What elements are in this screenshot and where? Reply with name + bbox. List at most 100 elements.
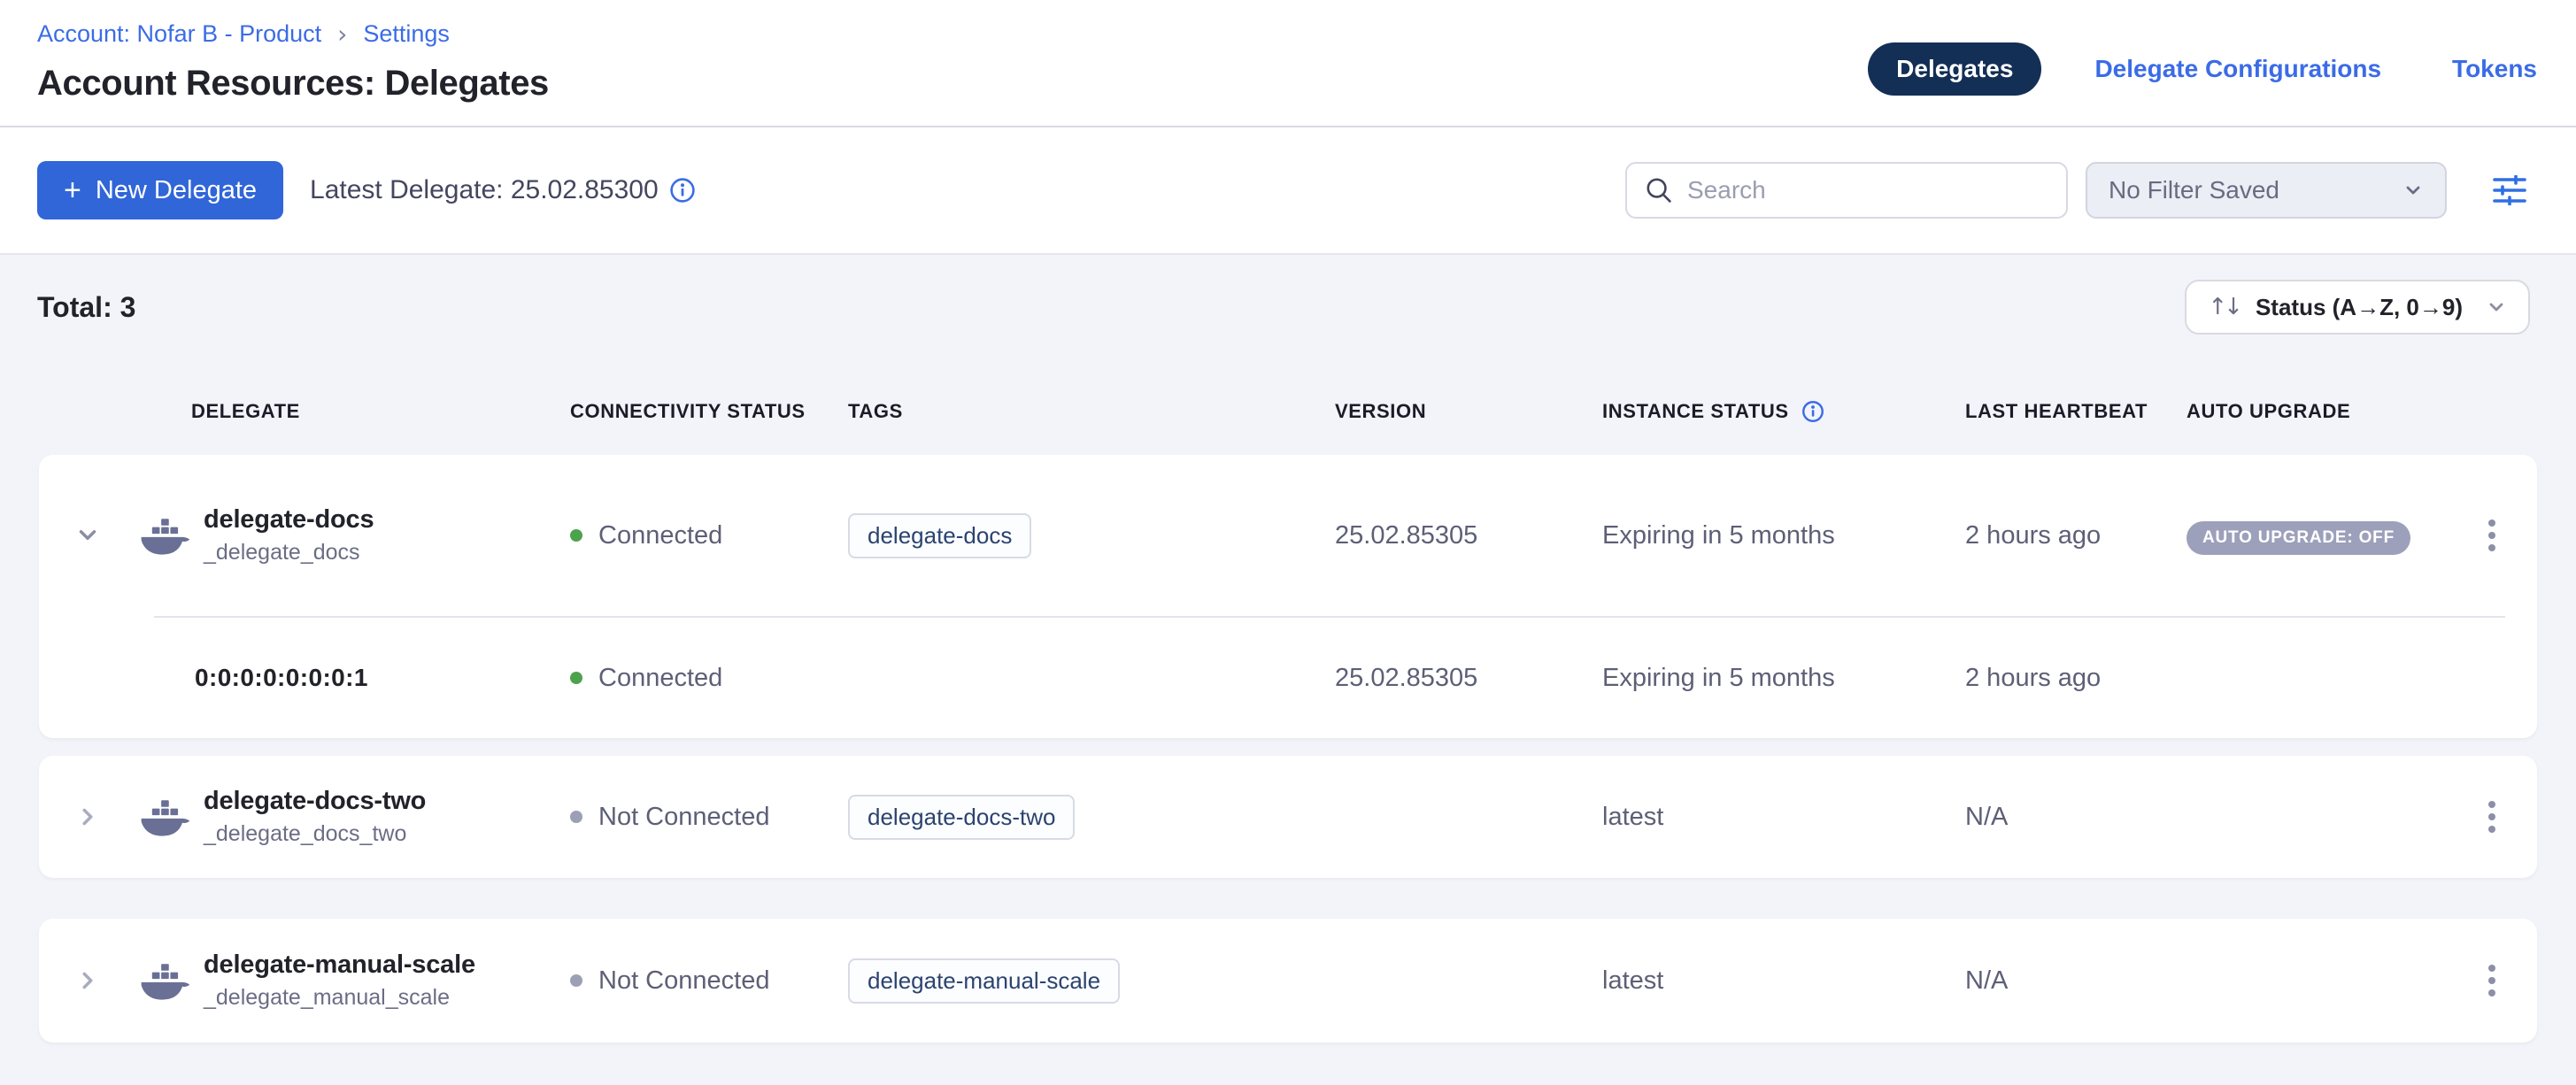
sliders-icon: [2493, 175, 2526, 205]
breadcrumb-account-link[interactable]: Account: Nofar B - Product: [37, 20, 321, 48]
instance-status-cell: latest: [1602, 803, 1965, 832]
breadcrumb: Account: Nofar B - Product › Settings: [37, 19, 450, 49]
connectivity-status: Not Connected: [598, 803, 769, 832]
sort-selected-value: Status (A→Z, 0→9): [2256, 294, 2463, 321]
saved-filter-value: No Filter Saved: [2109, 176, 2279, 204]
tags-cell: delegate-docs-two: [848, 795, 1335, 840]
col-header-connectivity: CONNECTIVITY STATUS: [552, 400, 848, 423]
auto-upgrade-badge: AUTO UPGRADE: OFF: [2187, 521, 2410, 555]
connectivity-cell: Not Connected: [552, 803, 848, 832]
tab-delegates[interactable]: Delegates: [1868, 42, 2041, 96]
page-header: Account: Nofar B - Product › Settings Ac…: [0, 0, 2576, 127]
search-input[interactable]: [1687, 176, 2048, 204]
table-row[interactable]: delegate-docs-two _delegate_docs_two Not…: [39, 756, 2537, 878]
chevron-right-icon: [75, 804, 100, 829]
table-row[interactable]: delegate-docs _delegate_docs Connected d…: [39, 455, 2537, 616]
info-icon[interactable]: [669, 177, 696, 204]
new-delegate-button-label: New Delegate: [96, 176, 257, 205]
delegate-hostname: _delegate_manual_scale: [204, 985, 475, 1011]
table-header-row: DELEGATE CONNECTIVITY STATUS TAGS VERSIO…: [39, 398, 2537, 425]
table-row[interactable]: delegate-manual-scale _delegate_manual_s…: [39, 919, 2537, 1043]
chevron-down-icon: [2402, 180, 2424, 201]
connectivity-cell: Not Connected: [552, 966, 848, 996]
tag-pill: delegate-docs-two: [848, 795, 1075, 840]
delegate-name: delegate-manual-scale: [204, 950, 475, 980]
delegate-name: delegate-docs-two: [204, 787, 426, 816]
col-header-delegate: DELEGATE: [136, 400, 552, 423]
delegate-name: delegate-docs: [204, 505, 374, 535]
delegate-name-cell: delegate-docs _delegate_docs: [136, 505, 552, 566]
docker-icon: [136, 790, 189, 843]
expand-row-button[interactable]: [39, 804, 136, 829]
kebab-menu-icon[interactable]: [2447, 958, 2537, 1004]
tab-tokens[interactable]: Tokens: [2452, 55, 2537, 83]
kebab-menu-icon[interactable]: [2447, 512, 2537, 558]
instance-status-cell: Expiring in 5 months: [1602, 664, 1965, 693]
tag-pill: delegate-docs: [848, 513, 1031, 558]
collapse-row-button[interactable]: [39, 523, 136, 548]
version-cell: 25.02.85305: [1335, 521, 1602, 550]
col-header-last-heartbeat: LAST HEARTBEAT: [1965, 400, 2187, 423]
instance-ip: 0:0:0:0:0:0:0:1: [136, 664, 552, 692]
plus-icon: +: [64, 175, 81, 205]
delegate-hostname: _delegate_docs_two: [204, 821, 426, 847]
delegate-instance-row: 0:0:0:0:0:0:0:1 Connected 25.02.85305 Ex…: [39, 618, 2537, 738]
breadcrumb-chevron-icon: ›: [337, 19, 347, 49]
toolbar: + New Delegate Latest Delegate: 25.02.85…: [0, 127, 2576, 255]
search-box: [1625, 162, 2068, 219]
docker-icon: [136, 954, 189, 1007]
row-menu-cell: [2447, 512, 2537, 558]
saved-filter-dropdown[interactable]: No Filter Saved: [2086, 162, 2447, 219]
chevron-right-icon: [75, 968, 100, 993]
connectivity-status: Connected: [598, 521, 722, 550]
row-menu-cell: [2447, 958, 2537, 1004]
latest-delegate-text: Latest Delegate: 25.02.85300: [310, 175, 696, 205]
delegate-card-docs-two: delegate-docs-two _delegate_docs_two Not…: [39, 756, 2537, 878]
list-toolbar: Total: 3 ↑↓ Status (A→Z, 0→9): [37, 280, 2530, 335]
connectivity-status: Connected: [598, 664, 722, 693]
tags-cell: delegate-docs: [848, 513, 1335, 558]
search-icon: [1645, 176, 1673, 204]
expand-row-button[interactable]: [39, 968, 136, 993]
docker-icon: [136, 509, 189, 562]
chevron-down-icon: [75, 523, 100, 548]
breadcrumb-settings-link[interactable]: Settings: [363, 20, 450, 48]
sort-arrows-icon: ↑↓: [2208, 294, 2240, 320]
page-title: Account Resources: Delegates: [37, 64, 549, 104]
last-heartbeat-cell: N/A: [1965, 966, 2187, 996]
col-header-tags: TAGS: [848, 400, 1335, 423]
connected-dot-icon: [570, 672, 582, 684]
last-heartbeat-cell: 2 hours ago: [1965, 664, 2187, 693]
row-menu-cell: [2447, 794, 2537, 840]
col-header-auto-upgrade: AUTO UPGRADE: [2187, 400, 2447, 423]
toolbar-right-group: No Filter Saved: [1625, 162, 2526, 219]
tags-cell: delegate-manual-scale: [848, 958, 1335, 1004]
latest-delegate-version: Latest Delegate: 25.02.85300: [310, 175, 659, 205]
new-delegate-button[interactable]: + New Delegate: [37, 161, 283, 219]
header-tabs: Delegates Delegate Configurations Tokens: [1868, 42, 2537, 96]
tag-pill: delegate-manual-scale: [848, 958, 1120, 1004]
instance-status-cell: Expiring in 5 months: [1602, 521, 1965, 550]
connectivity-cell: Connected: [552, 521, 848, 550]
sort-dropdown[interactable]: ↑↓ Status (A→Z, 0→9): [2185, 280, 2530, 335]
info-icon[interactable]: [1801, 400, 1824, 423]
version-cell: 25.02.85305: [1335, 664, 1602, 693]
col-header-version: VERSION: [1335, 400, 1602, 423]
last-heartbeat-cell: 2 hours ago: [1965, 521, 2187, 550]
kebab-menu-icon[interactable]: [2447, 794, 2537, 840]
disconnected-dot-icon: [570, 811, 582, 823]
delegate-card-manual-scale: delegate-manual-scale _delegate_manual_s…: [39, 919, 2537, 1043]
last-heartbeat-cell: N/A: [1965, 803, 2187, 832]
delegate-name-cell: delegate-manual-scale _delegate_manual_s…: [136, 950, 552, 1011]
connectivity-status: Not Connected: [598, 966, 769, 996]
filter-panel-button[interactable]: [2493, 175, 2526, 205]
delegate-card-docs: delegate-docs _delegate_docs Connected d…: [39, 455, 2537, 738]
instance-status-cell: latest: [1602, 966, 1965, 996]
disconnected-dot-icon: [570, 974, 582, 987]
connectivity-cell: Connected: [552, 664, 848, 693]
total-count: Total: 3: [37, 291, 135, 324]
tab-delegate-configurations[interactable]: Delegate Configurations: [2094, 55, 2381, 83]
auto-upgrade-cell: AUTO UPGRADE: OFF: [2187, 517, 2447, 555]
delegates-page: Account: Nofar B - Product › Settings Ac…: [0, 0, 2576, 1085]
delegate-name-cell: delegate-docs-two _delegate_docs_two: [136, 787, 552, 847]
